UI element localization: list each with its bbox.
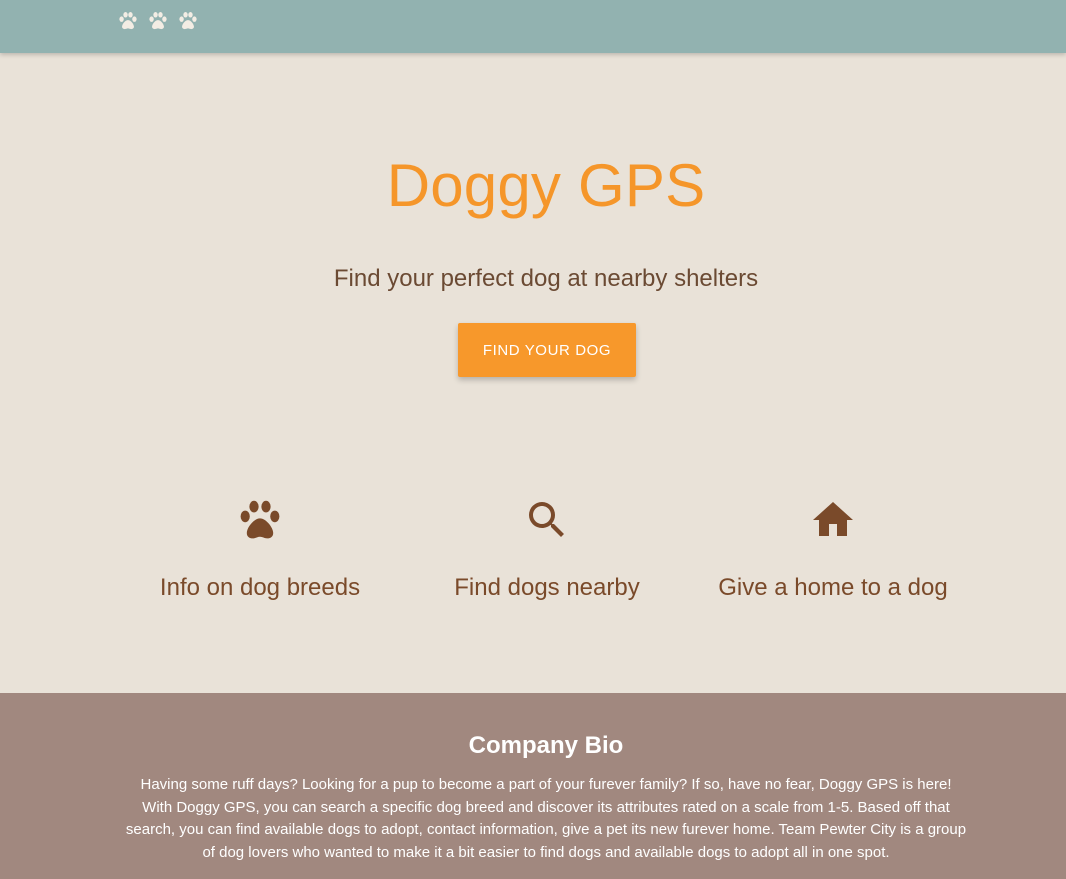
- feature-label: Find dogs nearby: [454, 574, 640, 601]
- page-title: Doggy GPS: [386, 152, 706, 219]
- paw-icon: [240, 500, 280, 539]
- feature-nearby: Find dogs nearby: [397, 496, 697, 602]
- paw-icon: [149, 12, 167, 30]
- search-icon: [529, 502, 564, 537]
- feature-label: Info on dog breeds: [159, 574, 361, 601]
- footer: Company Bio Having some ruff days? Looki…: [0, 693, 1066, 879]
- navbar: [0, 0, 1066, 53]
- hero-section: Doggy GPS Find your perfect dog at nearb…: [0, 53, 1066, 693]
- feature-label: Give a home to a dog: [718, 574, 948, 601]
- feature-adopt: Give a home to a dog: [683, 496, 983, 602]
- home-icon: [813, 502, 853, 536]
- feature-breeds: Info on dog breeds: [110, 496, 410, 602]
- company-bio: Having some ruff days? Looking for a pup…: [125, 776, 967, 861]
- hero-subtitle: Find your perfect dog at nearby shelters: [333, 265, 759, 292]
- paw-icon: [119, 12, 137, 30]
- brand-logo-link[interactable]: [117, 10, 199, 32]
- paw-icon: [179, 12, 197, 30]
- footer-title: Company Bio: [468, 732, 624, 759]
- find-your-dog-button[interactable]: FIND YOUR DOG: [458, 323, 636, 377]
